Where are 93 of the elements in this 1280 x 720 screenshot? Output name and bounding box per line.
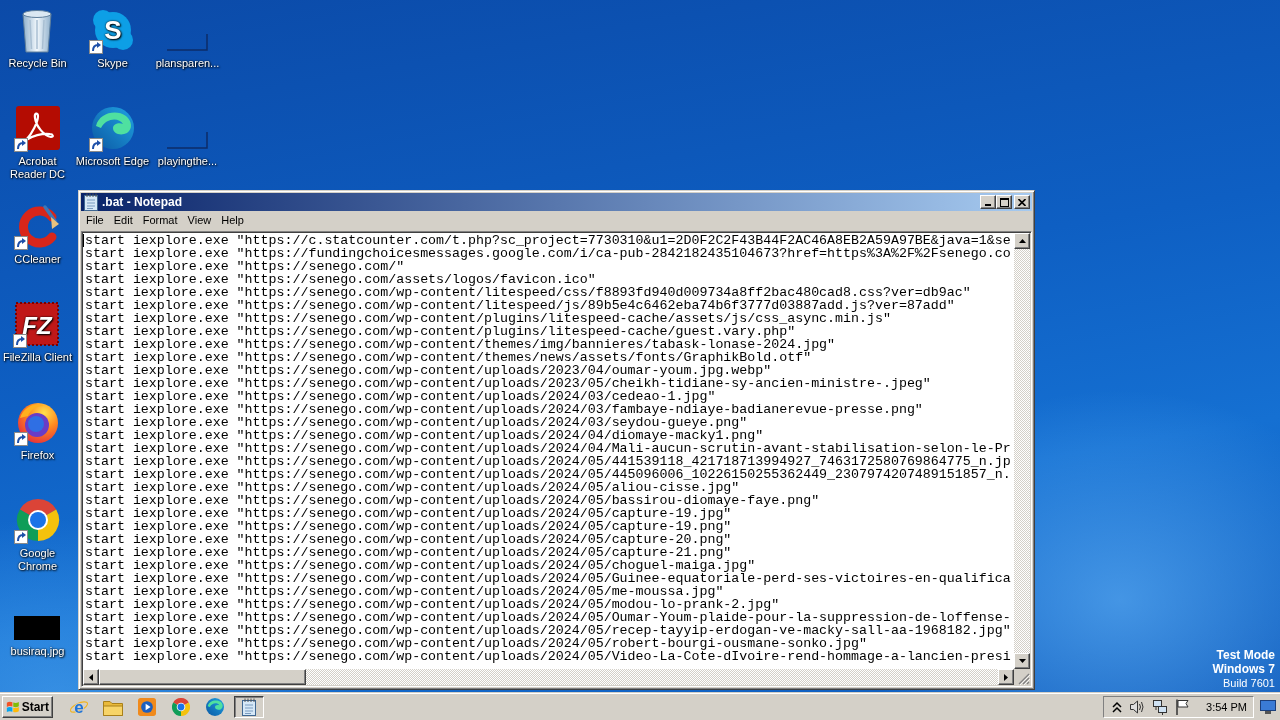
desktop-icon[interactable]: Acrobat Reader DC xyxy=(0,104,75,181)
menu-item[interactable]: View xyxy=(182,213,217,227)
desktop-icon[interactable]: S Skype xyxy=(88,6,137,70)
scroll-up-button[interactable] xyxy=(1014,233,1030,249)
system-notice-text: Windows 7 xyxy=(1212,662,1275,676)
text-line: start iexplore.exe "https://c.statcounter.com/t.php?sc_project=7730310&u1=2D0F2C2F43B44F2AC46A8EB2A59A97BE&java=1&se xyxy=(85,234,1011,247)
text-line: start iexplore.exe "https://senego.com/wp-content/uploads/2024/03/seydou-gueye.png" xyxy=(85,416,748,429)
text-line: start iexplore.exe "https://senego.com/wp-content/uploads/2024/05/capture-19.png" xyxy=(85,520,732,533)
minimize-icon xyxy=(985,204,991,206)
desktop-icon[interactable]: Google Chrome xyxy=(0,496,75,573)
close-icon xyxy=(1018,198,1026,206)
desktop-icon[interactable]: playingthe... xyxy=(157,104,218,168)
size-grip-icon[interactable] xyxy=(1018,673,1030,685)
menu-item[interactable]: Edit xyxy=(108,213,138,227)
text-line: start iexplore.exe "https://senego.com/wp-content/uploads/2024/05/bassirou-diomaye-faye.png" xyxy=(85,494,820,507)
left-triangle-icon xyxy=(89,673,93,681)
close-button[interactable] xyxy=(1014,195,1030,209)
scroll-right-button[interactable] xyxy=(998,669,1014,685)
text-line: start iexplore.exe "https://senego.com/wp-content/uploads/2023/04/oumar-youm.jpg.webp" xyxy=(85,364,772,377)
speaker-icon[interactable] xyxy=(1129,699,1146,715)
text-line: start iexplore.exe "https://senego.com/wp-content/uploads/2024/05/me-moussa.jpg" xyxy=(85,585,724,598)
text-line: start iexplore.exe "https://senego.com/wp-content/litespeed/css/f8893fd940d009734a8ff2bac480cad8.css?ver=db9ac" xyxy=(85,286,971,299)
desktop-icon[interactable]: Microsoft Edge xyxy=(75,104,150,168)
desktop-icon[interactable]: FZ FileZilla Client xyxy=(2,300,73,364)
blank-file-icon xyxy=(166,131,209,149)
text-line: start iexplore.exe "https://senego.com/wp-content/uploads/2024/05/recep-tayyip-erdogan-ve-macky-sall-aa-1968182.jpg" xyxy=(85,624,1011,637)
text-line: start iexplore.exe "https://senego.com/wp-content/uploads/2024/05/aliou-cisse.jpg" xyxy=(85,481,740,494)
chrome-icon xyxy=(172,698,190,716)
system-notice-text: Build 7601 xyxy=(1223,676,1275,690)
text-line: start iexplore.exe "https://senego.com/wp-content/uploads/2024/03/cedeao-1.jpg" xyxy=(85,390,716,403)
notepad-icon xyxy=(241,698,257,716)
text-editor-field[interactable] xyxy=(83,233,1014,669)
text-line: start iexplore.exe "https://senego.com/wp-content/uploads/2024/05/modou-lo-prank-2.jpg" xyxy=(85,598,780,611)
up-triangle-icon xyxy=(1018,239,1026,243)
maximize-button[interactable] xyxy=(996,195,1012,209)
maximize-icon xyxy=(999,197,1009,207)
filezilla-icon: FZ xyxy=(13,300,62,348)
text-line: start iexplore.exe "https://senego.com/wp-content/uploads/2024/05/Video-La-Cote-dIvoire-rend-hommage-a-lancien-presi xyxy=(85,650,1011,663)
window-title: .bat - Notepad xyxy=(102,195,182,209)
text-line: start iexplore.exe "https://senego.com/wp-content/uploads/2024/03/fambaye-ndiaye-badianerevue-presse.png" xyxy=(85,403,923,416)
text-line: start iexplore.exe "https://senego.com/wp-content/uploads/2024/04/diomaye-macky1.png" xyxy=(85,429,764,442)
menu-item[interactable]: Format xyxy=(137,213,183,227)
text-line: start iexplore.exe "https://senego.com/wp-content/plugins/litespeed-cache/assets/js/css_async.min.js" xyxy=(85,312,891,325)
notepad-icon xyxy=(83,193,99,211)
desktop-icon[interactable]: Firefox xyxy=(13,398,62,462)
text-line: start iexplore.exe "https://senego.com/wp-content/uploads/2024/05/capture-19.jpg" xyxy=(85,507,732,520)
text-line: start iexplore.exe "https://senego.com/wp-content/themes/img/bannieres/tabask-lonase-2024.jpg" xyxy=(85,338,836,351)
acrobat-icon xyxy=(13,104,62,152)
text-line: start iexplore.exe "https://senego.com/wp-content/uploads/2023/05/cheikh-tidiane-sy-ancien-ministre-.jpeg" xyxy=(85,377,931,390)
text-line: start iexplore.exe "https://senego.com/wp-content/plugins/litespeed-cache/guest.vary.php" xyxy=(85,325,796,338)
chevron-up-icon[interactable] xyxy=(1112,701,1123,713)
text-line: start iexplore.exe "https://senego.com/assets/logos/favicon.ico" xyxy=(85,273,596,286)
text-line: start iexplore.exe "https://senego.com/wp-content/themes/news/assets/fonts/GraphikBold.otf" xyxy=(85,351,812,364)
desktop-icon[interactable]: plansparen... xyxy=(155,6,220,70)
scroll-down-button[interactable] xyxy=(1014,653,1030,669)
network-icon[interactable] xyxy=(1152,699,1169,715)
folder-icon xyxy=(103,698,123,716)
desktop-icon[interactable]: Recycle Bin xyxy=(8,6,67,70)
edge-icon xyxy=(206,698,224,716)
text-line: start iexplore.exe "https://senego.com/wp-content/litespeed/js/89b5e4c6462eba74b6f3777d03887add.js?ver=87add" xyxy=(85,299,955,312)
media-player-icon xyxy=(138,698,156,716)
vertical-scrollbar[interactable] xyxy=(1014,233,1030,669)
text-line: start iexplore.exe "https://senego.com/wp-content/uploads/2024/05/445096006_10226150255362449_2307974207489151857_n. xyxy=(85,468,1011,481)
text-line: start iexplore.exe "https://senego.com/wp-content/uploads/2024/05/robert-bourgi-ousmane-sonko.jpg" xyxy=(85,637,867,650)
text-line: start iexplore.exe "https://senego.com/" xyxy=(85,260,405,273)
text-cursor xyxy=(83,234,84,247)
text-line: start iexplore.exe "https://senego.com/wp-content/uploads/2024/05/capture-21.png" xyxy=(85,546,732,559)
menu-item[interactable]: File xyxy=(81,213,109,227)
text-line: start iexplore.exe "https://senego.com/wp-content/uploads/2024/05/choguel-maiga.jpg" xyxy=(85,559,756,572)
windows-flag-icon xyxy=(6,699,20,715)
scroll-thumb[interactable] xyxy=(99,669,306,685)
horizontal-scrollbar[interactable] xyxy=(83,669,1014,685)
text-line: start iexplore.exe "https://senego.com/wp-content/uploads/2024/05/441539118_421718713994927_7463172580769864775_n.jp xyxy=(85,455,1011,468)
scroll-left-button[interactable] xyxy=(83,669,99,685)
right-triangle-icon xyxy=(1004,673,1008,681)
clock-time[interactable]: 3:54 PM xyxy=(1206,700,1247,714)
desktop-icon[interactable]: busiraq.jpg xyxy=(10,594,65,658)
down-triangle-icon xyxy=(1018,659,1026,663)
start-button[interactable]: Start xyxy=(2,696,53,718)
text-line: start iexplore.exe "https://senego.com/wp-content/uploads/2024/05/capture-20.png" xyxy=(85,533,732,546)
thumbnail-placeholder xyxy=(14,616,61,640)
text-line: start iexplore.exe "https://senego.com/wp-content/uploads/2024/04/Mali-aucun-scrutin-avant-stabilisation-selon-le-Pr xyxy=(85,442,1011,455)
system-notice-text: Test Mode xyxy=(1216,648,1275,662)
text-line: start iexplore.exe "https://fundingchoicesmessages.google.com/i/ca-pub-2842182435104673?href=https%3A%2F%2Fsenego.co xyxy=(85,247,1011,260)
text-line: start iexplore.exe "https://senego.com/wp-content/uploads/2024/05/Oumar-Youm-plaide-pour-la-suppression-de-loffense- xyxy=(85,611,1011,624)
show-desktop-icon[interactable] xyxy=(1260,700,1276,714)
desktop-icon[interactable]: CCleaner xyxy=(13,202,62,266)
taskbar-button[interactable] xyxy=(234,696,264,718)
blank-file-icon xyxy=(166,33,209,51)
text-line: start iexplore.exe "https://senego.com/wp-content/uploads/2024/05/Guinee-equatoriale-perd-ses-victoires-en-qualifica xyxy=(85,572,1011,585)
minimize-button[interactable] xyxy=(980,195,996,209)
menu-item[interactable]: Help xyxy=(216,213,249,227)
flag-icon[interactable] xyxy=(1175,699,1190,715)
